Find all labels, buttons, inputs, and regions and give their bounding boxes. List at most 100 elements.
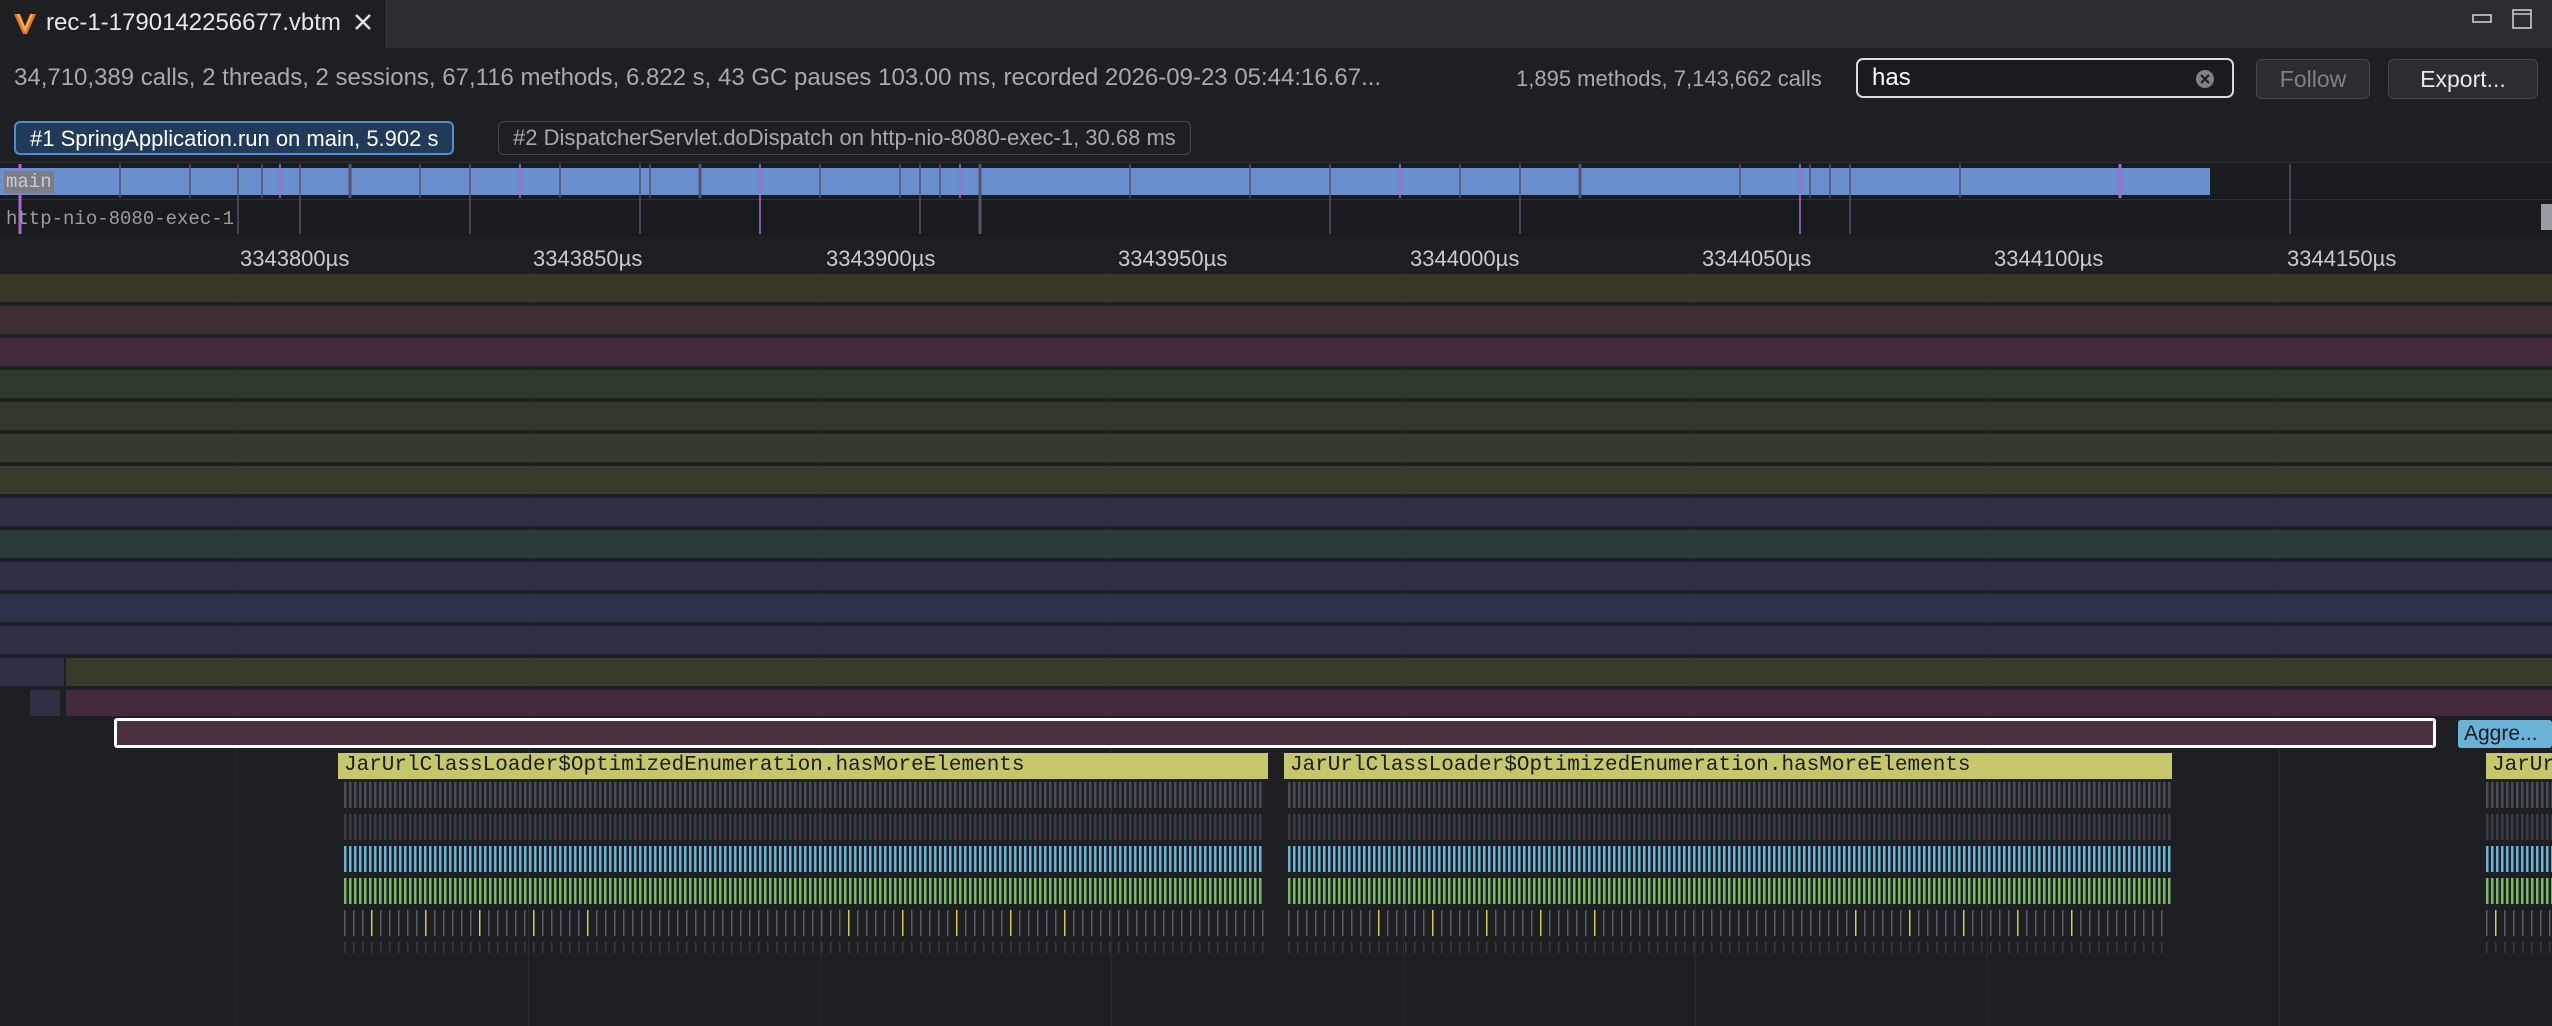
child-call-mark xyxy=(1588,846,1591,872)
child-call-mark xyxy=(884,878,887,904)
call-frame[interactable] xyxy=(0,274,2552,302)
child-call-mark xyxy=(1145,942,1147,953)
child-call-mark xyxy=(749,814,752,840)
child-call-mark xyxy=(949,846,952,872)
child-call-mark xyxy=(2071,942,2073,953)
search-box[interactable] xyxy=(1856,58,2234,98)
child-call-mark xyxy=(2078,878,2081,904)
child-call-mark xyxy=(731,942,733,953)
call-frame[interactable] xyxy=(0,370,2552,398)
close-icon[interactable] xyxy=(352,11,374,33)
child-call-mark xyxy=(1009,878,1012,904)
child-call-mark xyxy=(2118,846,2121,872)
child-call-mark xyxy=(596,942,598,953)
search-hit-frame[interactable]: JarUrlClassLoader$OptimizedEnumeration.h… xyxy=(338,753,1268,779)
child-call-mark xyxy=(1163,910,1165,936)
call-frame[interactable] xyxy=(66,658,2552,686)
child-call-mark xyxy=(371,910,373,936)
export-button[interactable]: Export... xyxy=(2388,59,2538,99)
call-frame[interactable] xyxy=(66,690,2552,716)
child-call-mark xyxy=(1793,878,1796,904)
child-call-mark xyxy=(1378,878,1381,904)
selected-call-frame[interactable] xyxy=(114,718,2436,748)
child-call-strips[interactable] xyxy=(0,782,2552,972)
child-call-mark xyxy=(1763,814,1766,840)
child-call-mark xyxy=(479,942,481,953)
child-call-mark xyxy=(1453,846,1456,872)
child-call-mark xyxy=(1453,814,1456,840)
follow-button[interactable]: Follow xyxy=(2256,59,2370,99)
child-call-mark xyxy=(1308,814,1311,840)
child-call-mark xyxy=(1623,846,1626,872)
child-call-mark xyxy=(1333,782,1336,808)
child-call-mark xyxy=(879,782,882,808)
child-call-mark xyxy=(589,878,592,904)
call-frame[interactable] xyxy=(0,466,2552,494)
child-call-mark xyxy=(1621,910,1623,936)
child-call-mark xyxy=(999,782,1002,808)
call-frame[interactable] xyxy=(0,434,2552,462)
search-input[interactable] xyxy=(1872,64,2182,92)
child-call-mark xyxy=(1963,942,1965,953)
child-call-mark xyxy=(1673,878,1676,904)
child-call-mark xyxy=(1612,910,1614,936)
child-call-mark xyxy=(1073,942,1075,953)
child-call-mark xyxy=(1978,782,1981,808)
child-call-mark xyxy=(584,846,587,872)
minimize-icon[interactable] xyxy=(2471,8,2493,30)
child-call-mark xyxy=(1833,782,1836,808)
aggregate-frame[interactable]: Aggre... xyxy=(2458,720,2552,748)
child-call-mark xyxy=(1648,846,1651,872)
call-frame[interactable] xyxy=(0,338,2552,366)
child-call-mark xyxy=(1504,910,1506,936)
call-frame[interactable] xyxy=(0,626,2552,654)
child-call-mark xyxy=(1873,942,1875,953)
child-call-mark xyxy=(1239,814,1242,840)
child-call-mark xyxy=(1908,846,1911,872)
child-call-mark xyxy=(1883,878,1886,904)
child-call-mark xyxy=(1004,814,1007,840)
child-call-mark xyxy=(1459,910,1461,936)
child-call-mark xyxy=(709,878,712,904)
clear-search-icon[interactable] xyxy=(2194,68,2216,90)
recording-tab[interactable]: rec-1-1790142256677.vbtm xyxy=(0,0,387,48)
child-call-mark xyxy=(1630,942,1632,953)
child-call-mark xyxy=(2540,910,2542,936)
thread-scroll-handle[interactable] xyxy=(2541,204,2552,230)
child-call-mark xyxy=(1139,814,1142,840)
call-frame[interactable] xyxy=(0,594,2552,622)
call-frame[interactable] xyxy=(0,402,2552,430)
child-call-mark xyxy=(1323,878,1326,904)
child-call-mark xyxy=(1046,942,1048,953)
root-chip-spring-application[interactable]: #1 SpringApplication.run on main, 5.902 … xyxy=(14,121,455,155)
maximize-icon[interactable] xyxy=(2511,8,2533,30)
child-call-mark xyxy=(1753,814,1756,840)
child-call-mark xyxy=(1159,782,1162,808)
child-call-mark xyxy=(1808,846,1811,872)
call-frame[interactable] xyxy=(0,530,2552,558)
root-chip-dispatcher-servlet[interactable]: #2 DispatcherServlet.doDispatch on http-… xyxy=(498,121,1191,155)
child-call-mark xyxy=(559,782,562,808)
child-call-mark xyxy=(1438,814,1441,840)
child-call-mark xyxy=(924,846,927,872)
child-call-mark xyxy=(1154,782,1157,808)
child-call-mark xyxy=(1423,782,1426,808)
child-call-mark xyxy=(1028,942,1030,953)
search-hit-frame[interactable]: JarUrlClassLoader$OptimizedEnumeration.h… xyxy=(1284,753,2172,779)
child-call-mark xyxy=(2501,846,2504,872)
call-frame[interactable] xyxy=(0,498,2552,526)
child-call-mark xyxy=(2521,782,2524,808)
call-frame[interactable] xyxy=(0,658,64,686)
child-call-mark xyxy=(893,942,895,953)
child-call-mark xyxy=(1643,782,1646,808)
call-frame[interactable] xyxy=(0,562,2552,590)
child-call-mark xyxy=(1993,878,1996,904)
child-call-mark xyxy=(2053,878,2056,904)
child-call-mark xyxy=(2033,846,2036,872)
call-frame[interactable] xyxy=(0,306,2552,334)
child-call-mark xyxy=(1693,814,1696,840)
child-call-mark xyxy=(1064,846,1067,872)
call-frame[interactable] xyxy=(30,690,60,716)
search-hit-frame[interactable]: JarUrlClassLoader$OptimizedEnumeration.h… xyxy=(2486,753,2552,779)
child-call-mark xyxy=(605,910,607,936)
